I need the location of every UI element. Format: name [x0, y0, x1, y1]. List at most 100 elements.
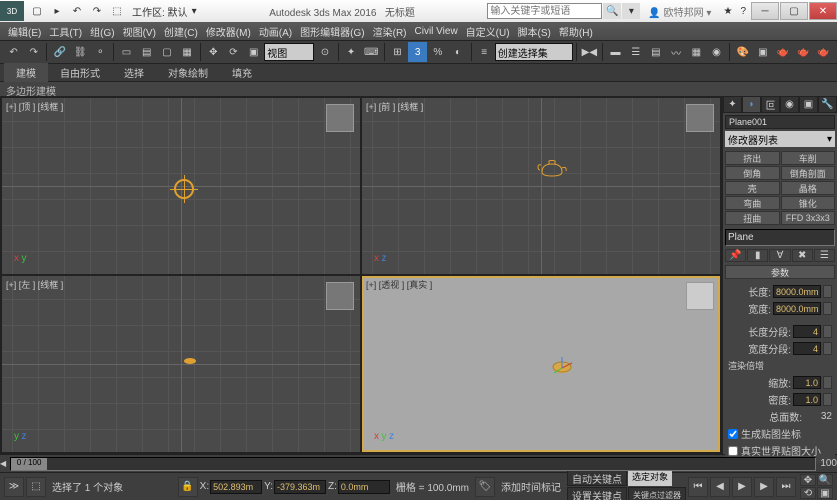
- render-iterate-icon[interactable]: 🫖: [794, 42, 813, 62]
- percent-snap-icon[interactable]: %: [428, 42, 447, 62]
- mod-lattice[interactable]: 晶格: [781, 181, 836, 195]
- key-filter-dropdown[interactable]: 选定对象: [628, 470, 672, 486]
- tab-display-icon[interactable]: ▣: [799, 96, 818, 113]
- ribbon-tab-select[interactable]: 选择: [112, 63, 156, 82]
- tab-modify-icon[interactable]: ◗: [742, 96, 761, 113]
- qat-redo-icon[interactable]: ⬚: [108, 3, 126, 19]
- modifier-list-dropdown[interactable]: 修改器列表▾: [725, 131, 835, 147]
- realworld-checkbox[interactable]: [728, 446, 738, 456]
- app-logo[interactable]: 3D: [0, 1, 24, 21]
- menu-modifier[interactable]: 修改器(M): [202, 24, 255, 39]
- menu-help[interactable]: 帮助(H): [555, 24, 597, 39]
- ribbon-tab-populate[interactable]: 填充: [220, 63, 264, 82]
- y-input[interactable]: [274, 480, 326, 494]
- mod-ffd[interactable]: FFD 3x3x3: [781, 211, 836, 225]
- menu-view[interactable]: 视图(V): [119, 24, 160, 39]
- z-input[interactable]: [338, 480, 390, 494]
- help-search-input[interactable]: [487, 3, 602, 19]
- menu-custom[interactable]: 自定义(U): [462, 24, 514, 39]
- select-name-icon[interactable]: ▤: [137, 42, 156, 62]
- minimize-button[interactable]: ─: [751, 2, 779, 20]
- teapot-object[interactable]: [181, 353, 199, 365]
- render-setup-icon[interactable]: 🎨: [733, 42, 752, 62]
- window-crossing-icon[interactable]: ▦: [178, 42, 197, 62]
- spinner-icon[interactable]: [823, 325, 832, 338]
- ref-coord-dropdown[interactable]: 视图: [264, 43, 314, 61]
- viewport-perspective[interactable]: [+] [透视 ] [真实 ] x y z: [362, 276, 720, 452]
- spinner-icon[interactable]: [823, 393, 832, 406]
- next-frame-icon[interactable]: ▶: [754, 477, 774, 497]
- time-slider-knob[interactable]: 0 / 100: [11, 458, 47, 470]
- search-dropdown-icon[interactable]: ▾: [622, 3, 640, 19]
- help-icon[interactable]: ?: [736, 6, 750, 17]
- tab-utilities-icon[interactable]: 🔧: [818, 96, 837, 113]
- spinner-icon[interactable]: [823, 302, 832, 315]
- curve-editor-icon[interactable]: 〰: [667, 42, 686, 62]
- mod-extrude[interactable]: 挤出: [725, 151, 780, 165]
- close-button[interactable]: ✕: [809, 2, 837, 20]
- qat-new-icon[interactable]: ▢: [28, 3, 46, 19]
- setkey-button[interactable]: 设置关键点: [567, 487, 627, 500]
- spinner-icon[interactable]: [823, 285, 832, 298]
- spinner-snap-icon[interactable]: ◐: [448, 42, 467, 62]
- nav-orbit-icon[interactable]: ⟲: [800, 487, 816, 499]
- material-icon[interactable]: ◉: [707, 42, 726, 62]
- angle-snap-icon[interactable]: 3: [408, 42, 427, 62]
- move-icon[interactable]: ✥: [204, 42, 223, 62]
- mod-bend[interactable]: 弯曲: [725, 196, 780, 210]
- scale-icon[interactable]: ▣: [244, 42, 263, 62]
- viewport-top[interactable]: [+] [顶 ] [线框 ] x y: [2, 98, 360, 274]
- x-input[interactable]: [210, 480, 262, 494]
- unique-icon[interactable]: ∀: [769, 249, 790, 262]
- redo-icon[interactable]: ↷: [24, 42, 43, 62]
- nav-zoom-icon[interactable]: 🔍: [817, 474, 833, 486]
- viewport-label[interactable]: [+] [左 ] [线框 ]: [6, 278, 63, 291]
- qat-undo-icon[interactable]: ↷: [88, 3, 106, 19]
- star-icon[interactable]: ★: [719, 6, 736, 17]
- transform-gizmo[interactable]: [174, 179, 194, 199]
- tab-create-icon[interactable]: ✦: [723, 96, 742, 113]
- nav-pan-icon[interactable]: ✥: [800, 474, 816, 486]
- menu-render[interactable]: 渲染(R): [369, 24, 411, 39]
- add-tag-label[interactable]: 添加时间标记: [497, 479, 565, 494]
- keyboard-icon[interactable]: ⌨: [362, 42, 381, 62]
- layer-icon[interactable]: ☰: [626, 42, 645, 62]
- viewcube-icon[interactable]: [686, 282, 714, 310]
- link-icon[interactable]: 🔗: [50, 42, 69, 62]
- menu-script[interactable]: 脚本(S): [514, 24, 555, 39]
- viewcube-icon[interactable]: [686, 104, 714, 132]
- viewport-left[interactable]: [+] [左 ] [线框 ] y z: [2, 276, 360, 452]
- mod-twist[interactable]: 扭曲: [725, 211, 780, 225]
- viewport-label[interactable]: [+] [顶 ] [线框 ]: [6, 100, 63, 113]
- pivot-icon[interactable]: ⊙: [315, 42, 334, 62]
- render-icon[interactable]: 🫖: [773, 42, 792, 62]
- menu-graph[interactable]: 图形编辑器(G): [296, 24, 368, 39]
- viewport-label[interactable]: [+] [透视 ] [真实 ]: [366, 278, 432, 291]
- time-slider-track[interactable]: 0 / 100: [10, 457, 816, 471]
- mod-taper[interactable]: 锥化: [781, 196, 836, 210]
- lock-icon[interactable]: ⬚: [26, 477, 46, 497]
- viewcube-icon[interactable]: [326, 282, 354, 310]
- menu-create[interactable]: 创建(C): [160, 24, 202, 39]
- remove-mod-icon[interactable]: ✖: [792, 249, 813, 262]
- lock-sel-icon[interactable]: 🔒: [178, 477, 198, 497]
- qat-save-icon[interactable]: ↶: [68, 3, 86, 19]
- tab-hierarchy-icon[interactable]: 叵: [761, 96, 780, 113]
- mod-lathe[interactable]: 车削: [781, 151, 836, 165]
- undo-icon[interactable]: ↶: [4, 42, 23, 62]
- unlink-icon[interactable]: ⛓: [71, 42, 90, 62]
- length-input[interactable]: [773, 285, 821, 298]
- time-tag-icon[interactable]: 🏷: [475, 477, 495, 497]
- keyfilter-button[interactable]: 关键点过滤器: [628, 487, 686, 500]
- manipulate-icon[interactable]: ✦: [341, 42, 360, 62]
- bind-icon[interactable]: ⚬: [91, 42, 110, 62]
- qat-open-icon[interactable]: ▸: [48, 3, 66, 19]
- edit-sel-icon[interactable]: ≡: [475, 42, 494, 62]
- signin-link[interactable]: 👤 欧特邦网 ▾: [648, 4, 711, 19]
- teapot-object[interactable]: [548, 357, 576, 375]
- pin-stack-icon[interactable]: 📌: [725, 249, 746, 262]
- play-icon[interactable]: ▶: [732, 477, 752, 497]
- maximize-button[interactable]: ▢: [780, 2, 808, 20]
- ribbon-tab-paint[interactable]: 对象绘制: [156, 63, 220, 82]
- menu-tools[interactable]: 工具(T): [45, 24, 86, 39]
